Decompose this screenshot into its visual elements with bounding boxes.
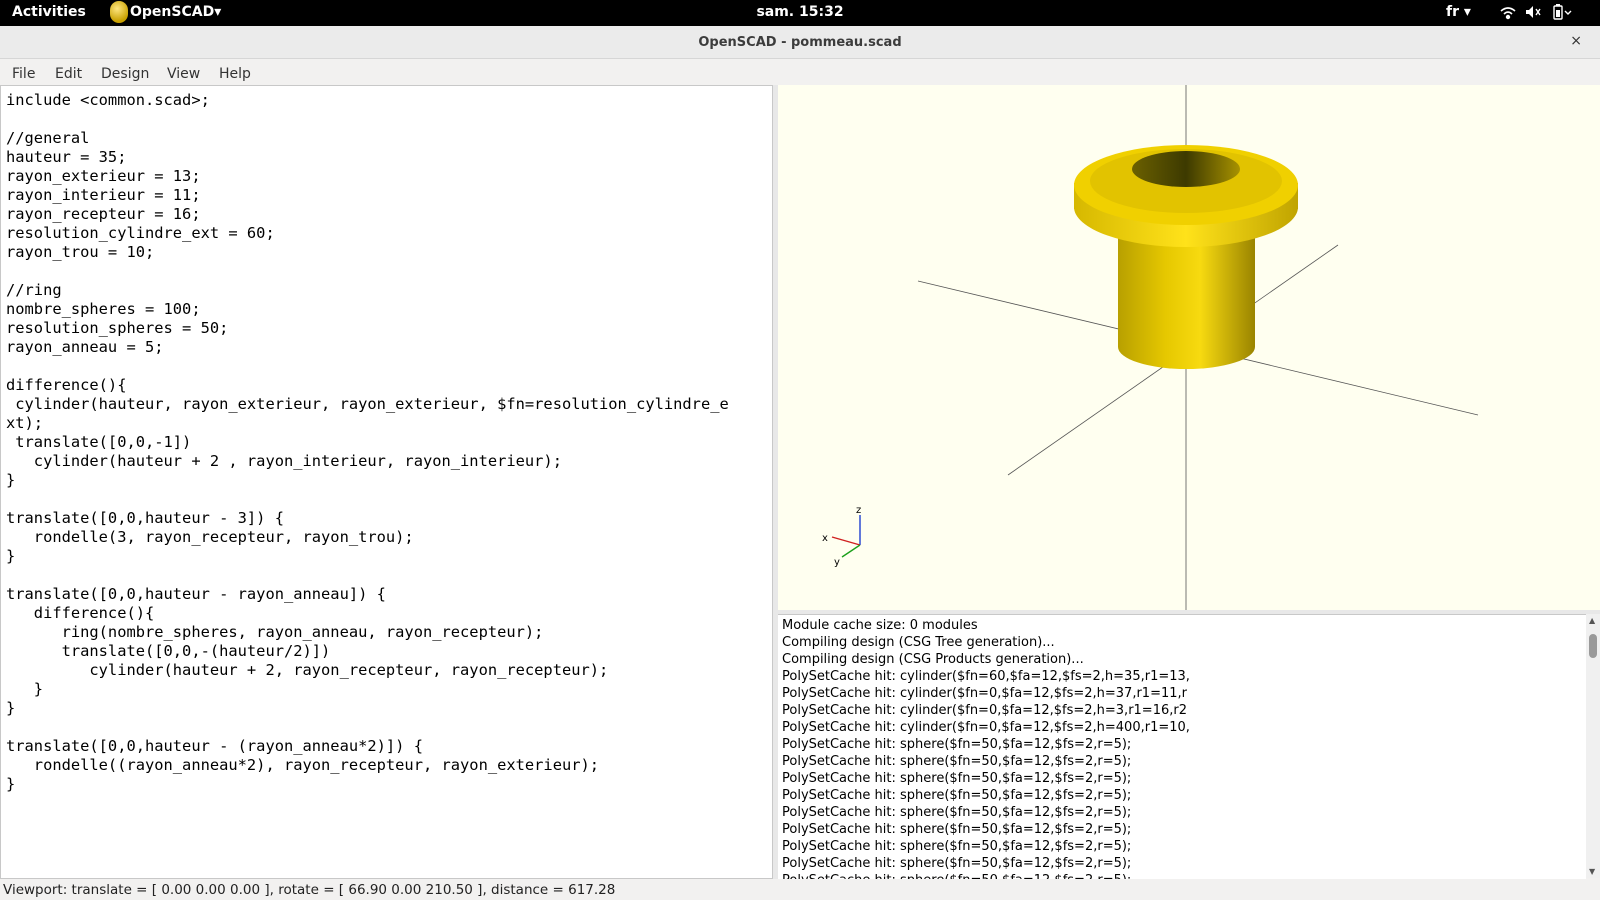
console-line: PolySetCache hit: cylinder($fn=0,$fa=12,…: [782, 686, 1187, 701]
code-line: rayon_interieur = 11;: [6, 186, 201, 204]
code-line: //ring: [6, 281, 62, 299]
menu-edit-label: Edit: [55, 66, 83, 82]
scroll-up-icon[interactable]: ▲: [1589, 616, 1595, 625]
menu-edit[interactable]: Edit: [55, 66, 82, 82]
console-line: PolySetCache hit: sphere($fn=50,$fa=12,$…: [778, 872, 1190, 879]
console-line: Module cache size: 0 modules: [782, 618, 978, 633]
status-bar: Viewport: translate = [ 0.00 0.00 0.00 ]…: [0, 879, 1600, 900]
code-line: rayon_exterieur = 13;: [6, 167, 201, 185]
console-scrollbar[interactable]: ▲ ▼: [1586, 614, 1600, 878]
console-line: PolySetCache hit: sphere($fn=50,$fa=12,$…: [782, 771, 1132, 786]
console-line: PolySetCache hit: sphere($fn=50,$fa=12,$…: [782, 856, 1132, 871]
code-line: hauteur = 35;: [6, 148, 127, 166]
code-line: }: [6, 775, 16, 793]
gnome-top-bar: Activities OpenSCAD▾ sam. 15:32 fr ▾: [0, 0, 1600, 26]
menu-help[interactable]: Help: [219, 66, 251, 82]
code-line: xt);: [6, 414, 44, 432]
code-line: rayon_recepteur = 16;: [6, 205, 201, 223]
code-line: translate([0,0,-(hauteur/2)]): [6, 642, 331, 660]
code-line: difference(){: [6, 604, 155, 622]
tray-icons: [1500, 4, 1572, 20]
console-output[interactable]: Module cache size: 0 modules Compiling de…: [778, 614, 1586, 879]
axis-label-z: z: [856, 505, 861, 516]
code-line: //general: [6, 129, 90, 147]
console-line: PolySetCache hit: cylinder($fn=60,$fa=12…: [782, 669, 1190, 684]
code-line: rondelle(3, rayon_recepteur, rayon_trou)…: [6, 528, 414, 546]
menu-file[interactable]: File: [12, 66, 35, 82]
wifi-icon: [1500, 7, 1516, 20]
code-line: resolution_spheres = 50;: [6, 319, 229, 337]
code-line: resolution_cylindre_ext = 60;: [6, 224, 275, 242]
code-line: difference(){: [6, 376, 127, 394]
menubar: File Edit Design View Help: [0, 59, 1600, 85]
code-line: translate([0,0,-1]): [6, 433, 192, 451]
keyboard-layout-indicator[interactable]: fr ▾: [1446, 4, 1471, 20]
scroll-down-icon[interactable]: ▼: [1589, 867, 1595, 876]
code-editor[interactable]: include <common.scad>; //general hauteur =…: [0, 85, 773, 879]
code-line: cylinder(hauteur, rayon_exterieur, rayon…: [6, 395, 729, 413]
scrollbar-thumb[interactable]: [1589, 634, 1597, 658]
close-icon[interactable]: ×: [1570, 33, 1582, 49]
orientation-axes: z x y: [822, 505, 861, 568]
window-titlebar: OpenSCAD - pommeau.scad ×: [0, 26, 1600, 59]
code-line: translate([0,0,hauteur - 3]) {: [6, 509, 284, 527]
console-line: PolySetCache hit: sphere($fn=50,$fa=12,$…: [782, 805, 1132, 820]
code-line: }: [6, 547, 16, 565]
code-lines: include <common.scad>; //general hauteur =…: [1, 91, 729, 794]
console-line: PolySetCache hit: cylinder($fn=0,$fa=12,…: [782, 720, 1190, 735]
code-line: include <common.scad>;: [6, 91, 210, 109]
battery-icon: [1553, 4, 1572, 20]
menu-view[interactable]: View: [167, 66, 200, 82]
console-line: Compiling design (CSG Products generatio…: [782, 652, 1084, 667]
model-pommeau: [1074, 145, 1298, 369]
code-line: cylinder(hauteur + 2, rayon_recepteur, r…: [6, 661, 609, 679]
volume-icon: [1526, 6, 1541, 18]
code-line: ring(nombre_spheres, rayon_anneau, rayon…: [6, 623, 544, 641]
code-line: nombre_spheres = 100;: [6, 300, 201, 318]
system-tray[interactable]: [1498, 3, 1588, 25]
menu-help-label: Help: [219, 66, 251, 82]
console-line: PolySetCache hit: sphere($fn=50,$fa=12,$…: [782, 839, 1132, 854]
code-line: cylinder(hauteur + 2 , rayon_interieur, …: [6, 452, 562, 470]
code-line: }: [6, 471, 16, 489]
console-line: PolySetCache hit: cylinder($fn=0,$fa=12,…: [782, 703, 1187, 718]
code-line: }: [6, 680, 44, 698]
console-lines: Module cache size: 0 modules Compiling de…: [778, 617, 1190, 879]
viewport-status-text: Viewport: translate = [ 0.00 0.00 0.00 ]…: [3, 882, 616, 898]
window-title: OpenSCAD - pommeau.scad: [698, 35, 902, 50]
console-line: PolySetCache hit: sphere($fn=50,$fa=12,$…: [782, 822, 1132, 837]
console-line: PolySetCache hit: sphere($fn=50,$fa=12,$…: [782, 788, 1132, 803]
code-line: }: [6, 699, 16, 717]
menu-file-label: File: [12, 66, 36, 82]
clock[interactable]: sam. 15:32: [0, 4, 1600, 20]
axis-label-y: y: [834, 557, 840, 568]
console-line: PolySetCache hit: sphere($fn=50,$fa=12,$…: [782, 754, 1132, 769]
code-line: rayon_trou = 10;: [6, 243, 155, 261]
3d-viewport[interactable]: z x y: [778, 85, 1600, 610]
code-line: translate([0,0,hauteur - (rayon_anneau*2…: [6, 737, 423, 755]
code-line: translate([0,0,hauteur - rayon_anneau]) …: [6, 585, 386, 603]
menu-view-label: View: [167, 66, 201, 82]
viewport-canvas: z x y: [822, 85, 1479, 610]
menu-design[interactable]: Design: [101, 66, 149, 82]
console-line: PolySetCache hit: sphere($fn=50,$fa=12,$…: [782, 737, 1132, 752]
axis-label-x: x: [822, 533, 828, 544]
console-line: Compiling design (CSG Tree generation)..…: [782, 635, 1055, 650]
code-line: rayon_anneau = 5;: [6, 338, 164, 356]
code-line: rondelle((rayon_anneau*2), rayon_recepte…: [6, 756, 600, 774]
menu-design-label: Design: [101, 66, 150, 82]
